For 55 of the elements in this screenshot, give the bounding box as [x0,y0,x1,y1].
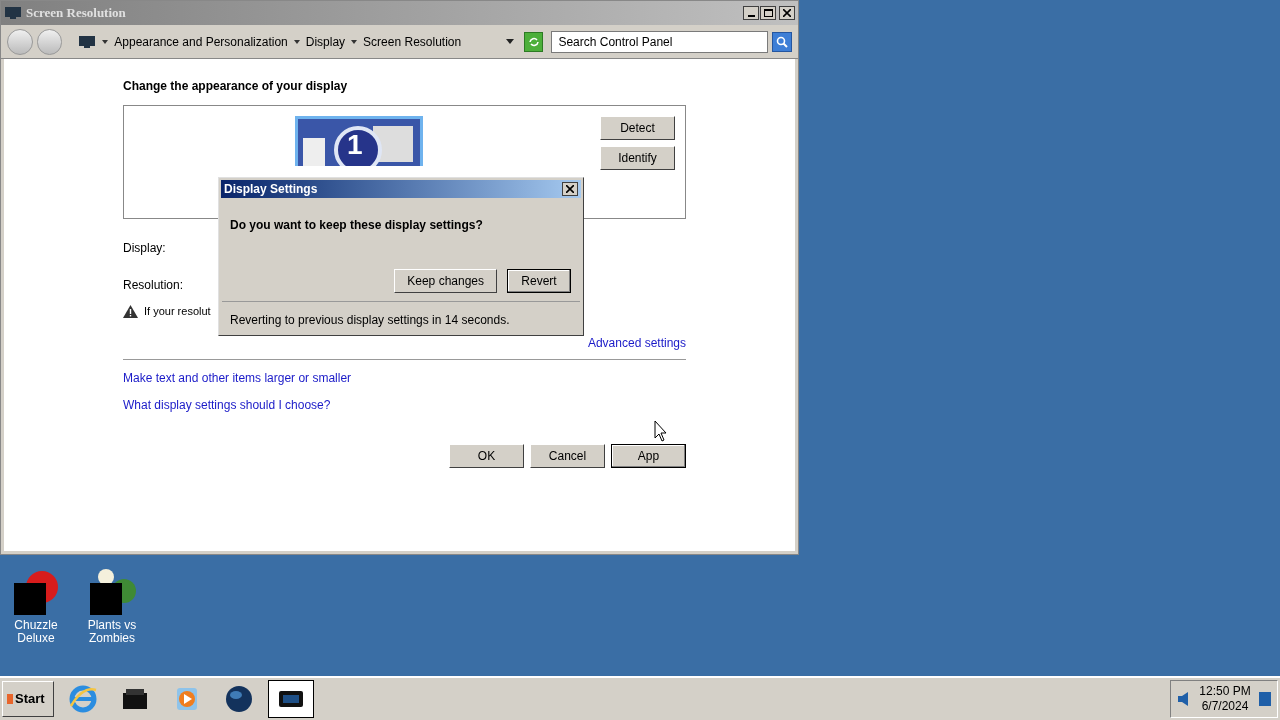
page-heading: Change the appearance of your display [123,78,349,95]
search-field[interactable]: Search Control Panel [551,30,769,53]
warning-text: If your resolut [144,304,211,319]
game-icon [12,569,60,617]
clock-time: 12:50 PM [1199,684,1251,699]
countdown-text: Reverting to previous display settings in 14 seconds. [230,312,511,329]
refresh-button[interactable] [523,31,544,52]
dialog-action-button[interactable]: OK [449,443,524,468]
dialog-button[interactable]: Keep changes [394,269,497,293]
caret-icon[interactable] [293,39,300,44]
help-link[interactable]: Make text and other items larger or smaller [123,368,352,387]
dialog-button[interactable]: Revert [507,269,571,293]
show-desktop-icon[interactable] [1259,691,1271,707]
monitor-number: 1 [347,130,363,160]
breadcrumb-item[interactable]: Appearance and Personalization [114,32,288,51]
dialog-action-button[interactable]: App [611,443,686,468]
game-icon [88,569,136,617]
warning-icon [123,304,138,318]
refresh-icon [527,35,540,48]
breadcrumb-item[interactable]: Display [305,32,346,51]
close-button[interactable] [562,182,578,196]
desktop-icon-label[interactable]: Plants vs Zombies [74,619,150,645]
caret-icon[interactable] [102,39,109,44]
close-button[interactable] [779,6,795,20]
monitor-icon [4,6,22,20]
dropdown-icon[interactable] [505,39,514,44]
address-bar[interactable]: Appearance and Personalization Display Screen Resolution [78,29,514,54]
globe-icon [224,684,254,714]
monitor-drawing[interactable] [295,116,423,166]
field-label: Display: [123,240,166,257]
maximize-button[interactable] [760,6,776,20]
help-link[interactable]: What display settings should I choose? [123,395,331,414]
dialog-question: Do you want to keep these display settings? [230,217,484,234]
taskbar-app-button[interactable] [268,680,314,718]
side-button[interactable]: Identify [600,146,675,170]
desktop-icon-label[interactable]: Chuzzle Deluxe [0,619,74,645]
minimize-button[interactable] [743,6,759,20]
dialog-action-button[interactable]: Cancel [530,443,605,468]
caret-icon[interactable] [351,39,358,44]
dialog-title: Display Settings [224,181,318,198]
close-icon [566,185,574,193]
breadcrumb-item[interactable]: Screen Resolution [363,32,462,51]
start-button[interactable]: Start [2,681,54,717]
clock-date: 6/7/2024 [1201,699,1249,714]
mouse-cursor-icon [654,420,667,442]
field-label: Resolution: [123,277,184,294]
window-title: Screen Resolution [26,4,126,23]
side-button[interactable]: Detect [600,116,675,140]
search-button[interactable] [772,31,792,52]
browser-icon [68,684,98,714]
search-icon [776,35,789,48]
close-icon [783,9,791,17]
advanced-settings-link[interactable]: Advanced settings [587,333,686,352]
speaker-icon[interactable] [1177,691,1191,707]
monitor-icon [78,34,97,49]
